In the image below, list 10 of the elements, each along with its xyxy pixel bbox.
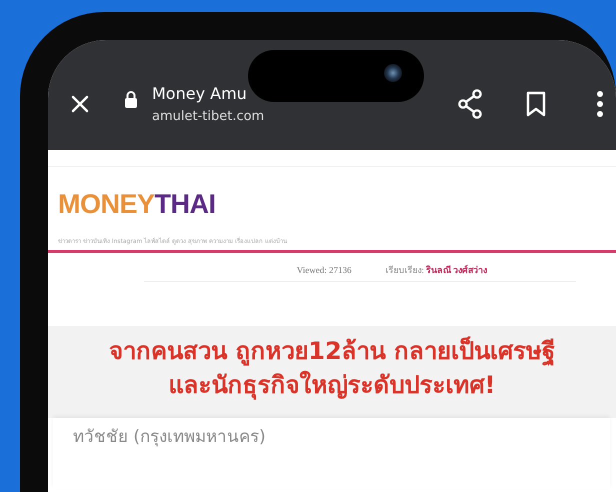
page-title: Money Amu [152,84,247,103]
url-text: amulet-tibet.com [152,109,264,124]
headline-line: จากคนสวน ถูกหวย12ล้าน กลายเป็นเศรษฐี [108,335,556,368]
logo-text: THAI [154,189,216,220]
headline-line: และนักธุรกิจใหญ่ระดับประเทศ! [168,370,496,402]
logo-text: MONEY [58,189,155,220]
author-name: รินลณี วงศ์สว่าง [426,264,488,277]
view-count: Viewed: 27136 [296,265,352,275]
author-label: เรียบเรียง: [385,264,424,277]
byline-text: ทวัชชัย (กรุงเทพมหานคร) [73,426,266,449]
